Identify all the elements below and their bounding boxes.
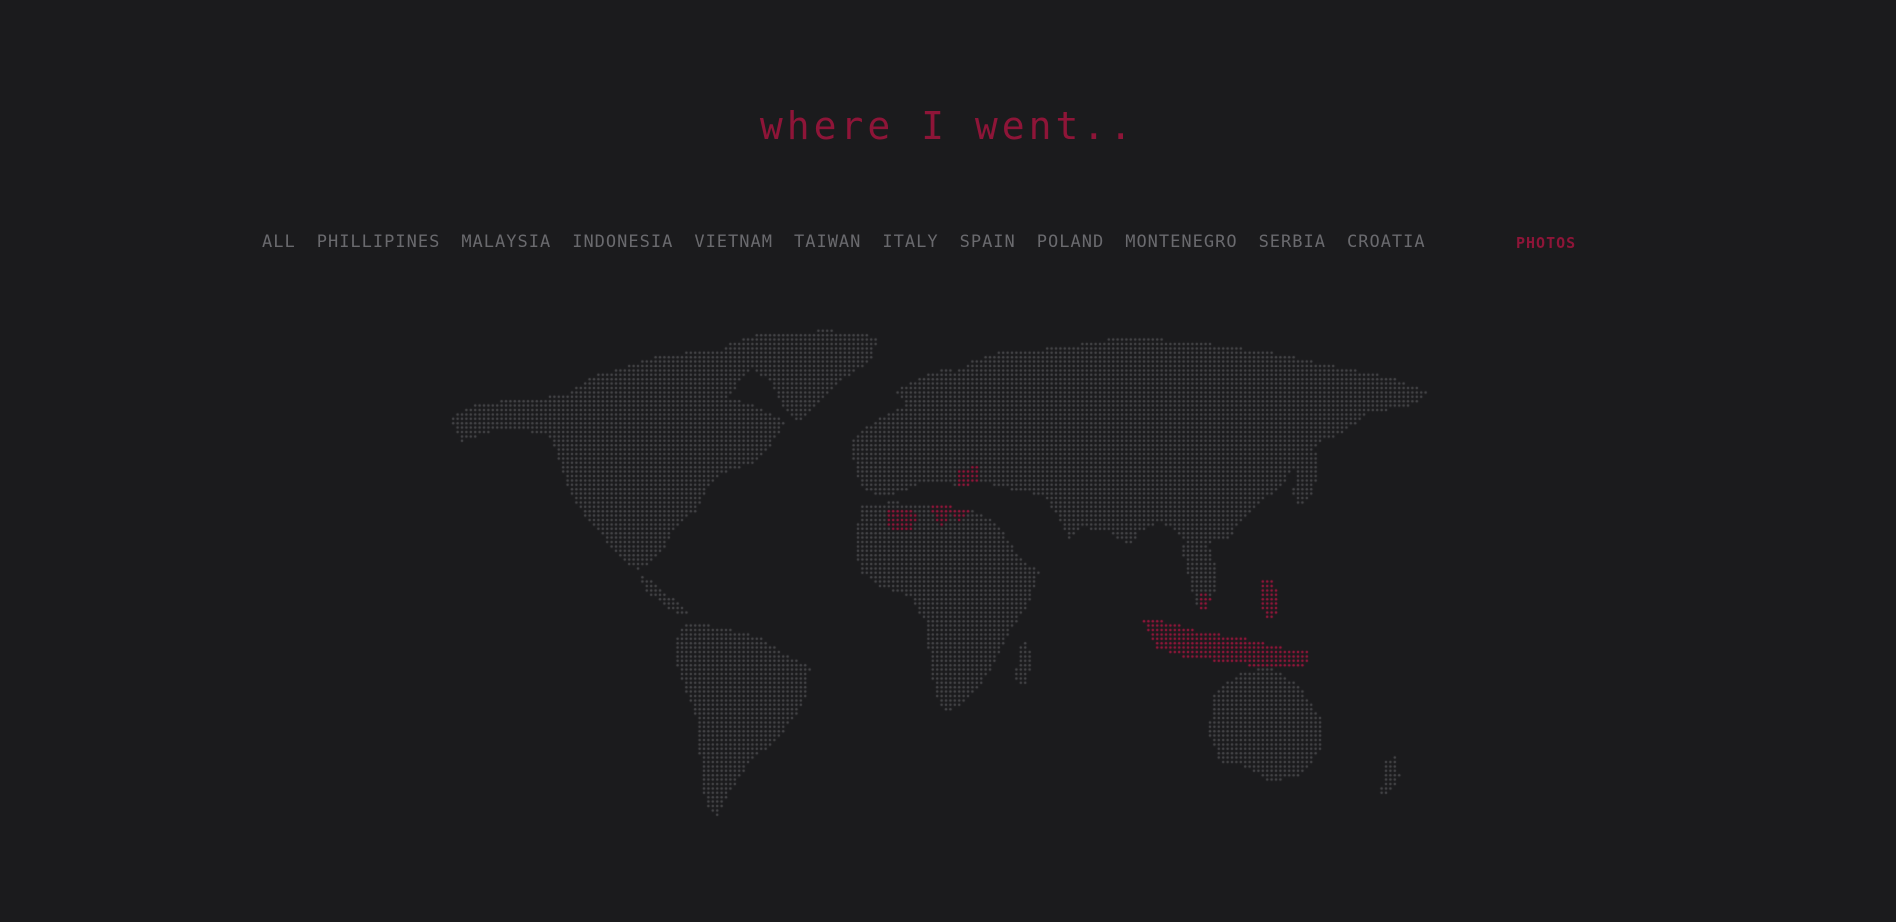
nav-item-phillipines[interactable]: PHILLIPINES	[317, 232, 441, 252]
nav-item-all[interactable]: ALL	[262, 232, 296, 252]
world-map-canvas[interactable]	[440, 322, 1450, 822]
world-dot-map[interactable]	[440, 322, 1450, 822]
nav-item-montenegro[interactable]: MONTENEGRO	[1125, 232, 1237, 252]
nav-item-croatia[interactable]: CROATIA	[1347, 232, 1426, 252]
nav-item-poland[interactable]: POLAND	[1037, 232, 1104, 252]
nav-item-serbia[interactable]: SERBIA	[1259, 232, 1326, 252]
nav-item-spain[interactable]: SPAIN	[960, 232, 1016, 252]
page-title: where I went..	[759, 104, 1137, 148]
country-filter-nav: ALL PHILLIPINES MALAYSIA INDONESIA VIETN…	[262, 232, 1426, 252]
nav-item-taiwan[interactable]: TAIWAN	[794, 232, 861, 252]
nav-item-indonesia[interactable]: INDONESIA	[572, 232, 673, 252]
nav-item-malaysia[interactable]: MALAYSIA	[461, 232, 551, 252]
nav-item-italy[interactable]: ITALY	[882, 232, 938, 252]
nav-item-vietnam[interactable]: VIETNAM	[694, 232, 773, 252]
photos-link[interactable]: PHOTOS	[1516, 234, 1576, 252]
